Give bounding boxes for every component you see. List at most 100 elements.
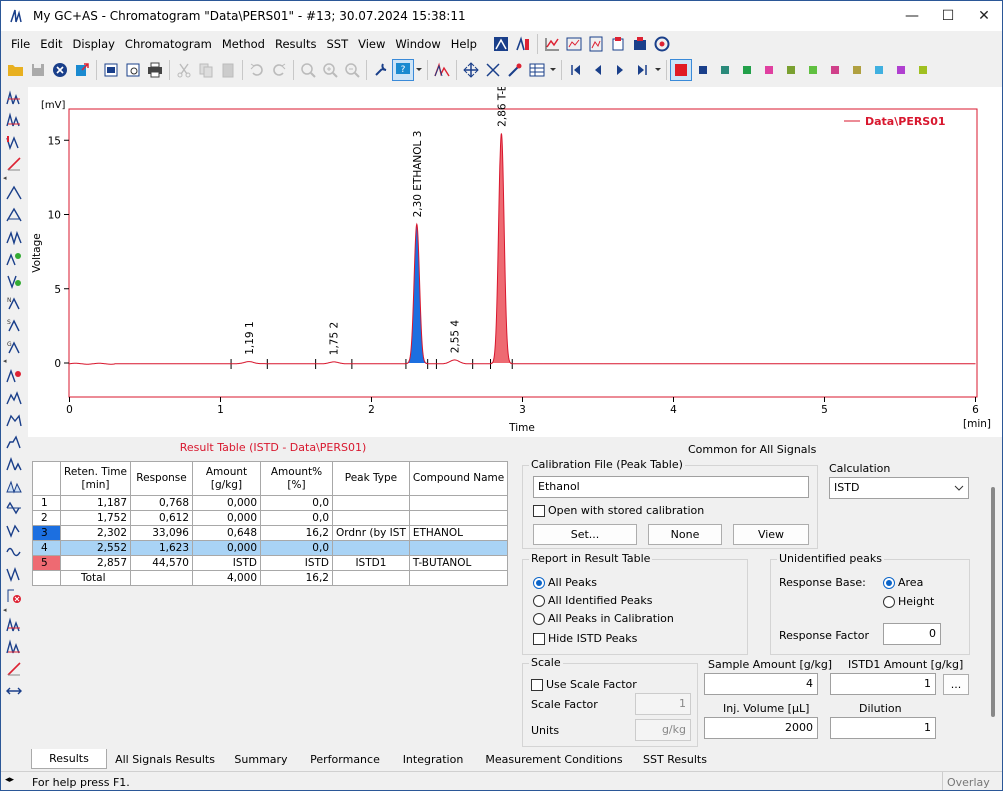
color-violet-icon[interactable]	[890, 59, 912, 81]
copy-icon[interactable]	[195, 59, 217, 81]
device-icon[interactable]	[629, 33, 651, 55]
all-peaks-radio[interactable]: All Peaks	[533, 576, 597, 589]
color-teal-icon[interactable]	[714, 59, 736, 81]
paste-icon[interactable]	[217, 59, 239, 81]
peak-reverse-icon[interactable]	[3, 519, 25, 541]
peak-end-icon[interactable]	[3, 204, 25, 226]
close-button[interactable]: ✕	[965, 1, 1002, 31]
table-dropdown-icon[interactable]	[548, 59, 558, 81]
menu-results[interactable]: Results	[270, 37, 322, 51]
col-header-amount-pct[interactable]: Amount% [%]	[260, 461, 333, 496]
area-radio[interactable]: Area	[883, 576, 923, 589]
table-cell[interactable]: 0,0	[260, 510, 333, 526]
table-cell[interactable]: 1,623	[130, 540, 193, 556]
table-cell[interactable]: 1,187	[60, 495, 131, 511]
chart-icon[interactable]	[541, 33, 563, 55]
table-cell[interactable]: 2,552	[60, 540, 131, 556]
peak-icon[interactable]	[431, 59, 453, 81]
integration-icon[interactable]	[504, 59, 526, 81]
undo-icon[interactable]	[246, 59, 268, 81]
print-preview-icon[interactable]	[122, 59, 144, 81]
all-identified-radio[interactable]: All Identified Peaks	[533, 594, 653, 607]
table-cell[interactable]: 1,752	[60, 510, 131, 526]
row-index[interactable]: 1	[32, 495, 61, 511]
row-index[interactable]: 3	[32, 525, 61, 541]
maximize-button[interactable]: ☐	[929, 1, 967, 31]
strip-collapse-3[interactable]: ◂	[3, 607, 23, 614]
peak-front-icon[interactable]	[3, 409, 25, 431]
color-red-icon[interactable]	[670, 59, 692, 81]
chromatogram-chart[interactable]: [mV] Voltage Time [min] Data\PERS01 0 1 2 3…	[28, 32, 1002, 437]
color-magenta-icon[interactable]	[758, 59, 780, 81]
table-cell[interactable]	[408, 495, 509, 511]
calibration-file-input[interactable]: Ethanol	[533, 476, 809, 498]
peak-width-icon[interactable]	[3, 453, 25, 475]
table-cell[interactable]: 0,768	[130, 495, 193, 511]
menu-sst[interactable]: SST	[322, 37, 354, 51]
table-cell[interactable]	[408, 540, 509, 556]
peak-group-icon[interactable]	[3, 226, 25, 248]
save-icon[interactable]	[27, 59, 49, 81]
peak-negative-icon[interactable]	[3, 497, 25, 519]
tab-integration[interactable]: Integration	[391, 749, 475, 769]
sst-icon[interactable]	[512, 33, 534, 55]
peak-split-icon[interactable]	[3, 131, 25, 153]
peak-g-icon[interactable]: G	[3, 336, 25, 358]
peak-remove-icon[interactable]	[3, 585, 25, 607]
peak-delete-icon[interactable]	[3, 365, 25, 387]
scale-factor-input[interactable]: 1	[635, 693, 691, 715]
menu-file[interactable]: File	[6, 37, 35, 51]
table-row[interactable]: 5 2,857 44,570 ISTD ISTD ISTD1 T-BUTANOL	[32, 555, 509, 571]
table-cell[interactable]: ISTD1	[332, 555, 410, 571]
result-table[interactable]: Reten. Time [min] Response Amount [g/kg] A…	[32, 461, 509, 586]
color-yellowgreen-icon[interactable]	[912, 59, 934, 81]
table-cell[interactable]: T-BUTANOL	[408, 555, 509, 571]
close-document-icon[interactable]	[49, 59, 71, 81]
color-olive-icon[interactable]	[780, 59, 802, 81]
report-icon[interactable]	[585, 33, 607, 55]
menu-method[interactable]: Method	[217, 37, 270, 51]
menu-display[interactable]: Display	[68, 37, 120, 51]
zoom-icon[interactable]	[297, 59, 319, 81]
tab-summary[interactable]: Summary	[223, 749, 299, 769]
peak-area-icon[interactable]	[3, 475, 25, 497]
table-cell[interactable]	[332, 495, 410, 511]
all-in-calibration-radio[interactable]: All Peaks in Calibration	[533, 612, 674, 625]
row-index[interactable]: 5	[32, 555, 61, 571]
redo-icon[interactable]	[268, 59, 290, 81]
integrate-peaks-icon[interactable]	[3, 87, 25, 109]
color-khaki-icon[interactable]	[846, 59, 868, 81]
istd-amount-input[interactable]: 1	[830, 673, 936, 695]
wrench-icon[interactable]	[370, 59, 392, 81]
tab-sst-results[interactable]: SST Results	[633, 749, 717, 769]
menu-window[interactable]: Window	[390, 37, 445, 51]
tab-measurement-conditions[interactable]: Measurement Conditions	[477, 749, 631, 769]
table-cell[interactable]: ISTD	[192, 555, 261, 571]
hide-istd-checkbox[interactable]: Hide ISTD Peaks	[533, 632, 637, 645]
tab-results[interactable]: Results	[31, 749, 107, 769]
col-header-compound[interactable]: Compound Name	[408, 461, 509, 496]
peak-n-icon[interactable]: N	[3, 292, 25, 314]
table-cell[interactable]: 0,648	[192, 525, 261, 541]
print-icon[interactable]	[144, 59, 166, 81]
calibration-icon[interactable]	[607, 33, 629, 55]
table-cell[interactable]: ISTD	[260, 555, 333, 571]
zoom-out-icon[interactable]	[341, 59, 363, 81]
calculation-select[interactable]: ISTD	[829, 477, 969, 499]
export-icon[interactable]	[71, 59, 93, 81]
table-cell[interactable]: 0,0	[260, 495, 333, 511]
color-navy-icon[interactable]	[692, 59, 714, 81]
menu-edit[interactable]: Edit	[35, 37, 67, 51]
color-pink-icon[interactable]	[824, 59, 846, 81]
table-cell[interactable]: ETHANOL	[408, 525, 509, 541]
table-cell[interactable]: 0,0	[260, 540, 333, 556]
status-arrows-icon[interactable]: ◂▸	[5, 775, 14, 785]
table-row[interactable]: 4 2,552 1,623 0,000 0,0	[32, 540, 509, 556]
peak-baseline-icon[interactable]	[3, 109, 25, 131]
menu-view[interactable]: View	[353, 37, 390, 51]
col-header-rt[interactable]: Reten. Time [min]	[60, 461, 131, 496]
color-sky-icon[interactable]	[868, 59, 890, 81]
minimize-button[interactable]: —	[893, 1, 931, 31]
row-index[interactable]: 2	[32, 510, 61, 526]
nav-dropdown-icon[interactable]	[653, 59, 663, 81]
